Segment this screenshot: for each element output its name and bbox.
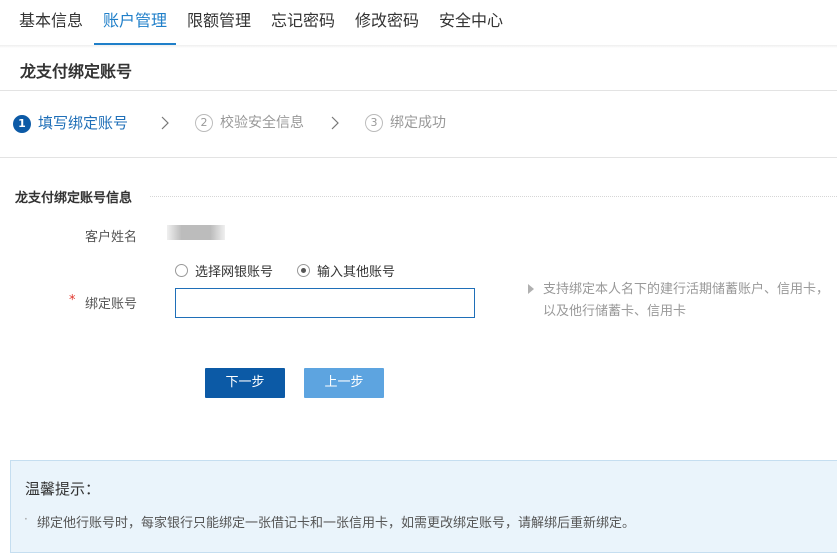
previous-step-button[interactable]: 上一步 [304,368,384,398]
page-title: 龙支付绑定账号 [20,62,133,81]
step-3-number: 3 [365,114,383,132]
step-2-number: 2 [195,114,213,132]
bind-account-label: 绑定账号 [85,297,138,312]
step-3: 3 绑定成功 [365,112,446,134]
tab-bar-shadow [0,45,837,48]
radio-online-banking-account[interactable]: 选择网银账号 [175,264,273,282]
top-tab-bar: 基本信息 账户管理 限额管理 忘记密码 修改密码 安全中心 [0,0,837,46]
step-2: 2 校验安全信息 [195,112,304,134]
radio-label: 输入其他账号 [317,265,396,280]
step-2-label: 校验安全信息 [220,115,304,131]
radio-other-account[interactable]: 输入其他账号 [297,264,395,282]
bind-account-input[interactable] [175,288,475,318]
step-1: 1 填写绑定账号 [13,112,128,134]
tab-basic-info[interactable]: 基本信息 [10,0,92,44]
chevron-right-icon [331,116,339,130]
tab-change-password[interactable]: 修改密码 [346,0,428,44]
tab-account-management[interactable]: 账户管理 [94,0,177,45]
customer-name-label: 客户姓名 [85,230,138,245]
step-1-label: 填写绑定账号 [38,114,129,132]
account-hint-text: 支持绑定本人名下的建行活期储蓄账户、信用卡，以及他行储蓄卡、信用卡 [543,282,830,319]
tab-security-center[interactable]: 安全中心 [430,0,512,44]
radio-label: 选择网银账号 [195,265,274,280]
tip-item: 绑定他行账号时，每家银行只能绑定一张借记卡和一张信用卡，如需更改绑定账号，请解绑… [37,516,636,531]
step-3-label: 绑定成功 [390,115,446,131]
steps-divider [0,157,837,158]
tab-limit-management[interactable]: 限额管理 [178,0,260,44]
chevron-right-icon [161,116,169,130]
tab-forgot-password[interactable]: 忘记密码 [262,0,344,44]
caret-right-icon [528,284,534,294]
required-mark: * [69,293,76,308]
tips-box: 温馨提示： · 绑定他行账号时，每家银行只能绑定一张借记卡和一张信用卡，如需更改… [10,460,837,553]
title-divider [0,90,837,91]
next-step-button[interactable]: 下一步 [205,368,285,398]
section-dotted-divider [150,196,837,197]
form-section-title: 龙支付绑定账号信息 [15,191,133,206]
bullet-dot-icon: · [24,512,28,526]
step-1-number: 1 [13,115,31,133]
radio-button[interactable] [175,264,188,277]
radio-button-checked[interactable] [297,264,310,277]
tips-title: 温馨提示： [25,480,101,498]
customer-name-masked [167,225,225,240]
